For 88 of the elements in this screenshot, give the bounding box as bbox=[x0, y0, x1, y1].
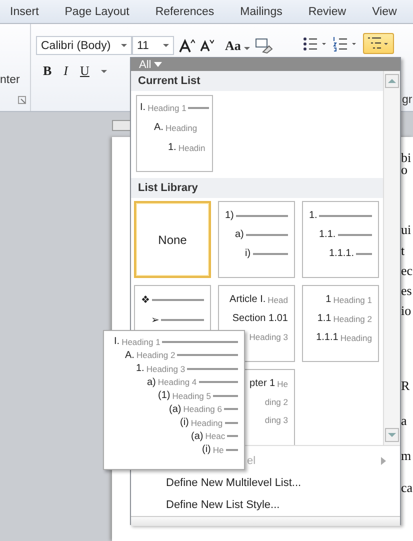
document-text: io bbox=[401, 303, 412, 319]
document-text: m bbox=[401, 448, 412, 464]
list-number: 1. bbox=[309, 210, 318, 221]
list-number: ➢ bbox=[151, 314, 159, 326]
multilevel-list-button[interactable] bbox=[363, 33, 394, 54]
heading-label: Heading 3 bbox=[249, 332, 288, 342]
menu-item[interactable]: Define New List Style... bbox=[131, 494, 400, 516]
ribbon-tab[interactable]: Review bbox=[308, 6, 346, 18]
heading-label: Headin bbox=[178, 142, 206, 152]
list-number: 1.1.1 bbox=[316, 332, 338, 343]
heading-label: Heading 3 bbox=[146, 364, 186, 374]
list-number: ❖ bbox=[141, 294, 150, 306]
bullets-icon[interactable] bbox=[303, 36, 329, 52]
list-number: (i) bbox=[180, 417, 189, 428]
heading-label: Heading 4 bbox=[158, 377, 197, 387]
format-button[interactable]: I bbox=[64, 63, 68, 79]
ruler-marker bbox=[112, 120, 132, 131]
list-style-thumbnail[interactable]: 1 Heading 1 1.1 Heading 2 1.1.1 Heading bbox=[302, 285, 379, 362]
resize-grip[interactable] bbox=[131, 516, 400, 526]
list-number: 1 bbox=[326, 294, 332, 305]
list-number: 1.1.1. bbox=[329, 248, 354, 259]
list-number: 1.1 bbox=[317, 313, 332, 324]
clear-formatting-icon[interactable] bbox=[254, 38, 273, 54]
shrink-font-icon[interactable] bbox=[200, 39, 214, 52]
heading-label: Head bbox=[268, 294, 288, 304]
caret-icon bbox=[121, 44, 127, 47]
section-header: Current List bbox=[131, 71, 383, 91]
font-size-combo[interactable]: 11 bbox=[132, 36, 174, 55]
list-style-thumbnail[interactable]: 1) a) i) bbox=[218, 201, 295, 278]
heading-label: Heading bbox=[340, 332, 372, 342]
heading-label: Heading 1 bbox=[148, 102, 186, 112]
multilevel-list-icon bbox=[366, 36, 390, 52]
ribbon-tab[interactable]: View bbox=[372, 6, 397, 18]
document-text: ec bbox=[401, 263, 413, 279]
ribbon-tab[interactable]: Mailings bbox=[240, 6, 282, 18]
list-number: pter 1 bbox=[250, 378, 276, 389]
change-case-button[interactable]: Aa bbox=[225, 38, 250, 54]
list-number: A. bbox=[125, 350, 134, 360]
heading-label: Heading 2 bbox=[333, 314, 372, 324]
list-number: (a) bbox=[191, 430, 204, 442]
heading-label: Heading 2 bbox=[136, 350, 176, 360]
list-number: I. bbox=[140, 102, 146, 113]
list-number: Section 1.01 bbox=[232, 313, 288, 324]
document-text: es bbox=[401, 283, 412, 299]
list-number: I. bbox=[114, 336, 120, 347]
document-text: t bbox=[401, 243, 405, 259]
format-button[interactable]: B bbox=[43, 63, 52, 79]
heading-label: Heading 1 bbox=[333, 294, 372, 304]
ribbon-tab[interactable]: Page Layout bbox=[64, 6, 130, 18]
group-label: nter bbox=[0, 74, 20, 86]
document-text: ca bbox=[401, 480, 413, 496]
list-number: (1) bbox=[158, 390, 170, 401]
document-text: ui bbox=[401, 222, 412, 238]
list-number: Article I. bbox=[230, 294, 266, 305]
list-number: a) bbox=[235, 229, 244, 240]
list-number: i) bbox=[245, 248, 251, 259]
list-number: 1) bbox=[225, 210, 234, 221]
document-text: R bbox=[401, 378, 410, 394]
list-number: 1. bbox=[136, 363, 144, 374]
list-number: (i) bbox=[202, 444, 211, 455]
section-header: List Library bbox=[131, 178, 383, 198]
heading-label: He bbox=[212, 444, 224, 454]
ribbon-tab[interactable]: References bbox=[155, 6, 214, 18]
heading-label: He bbox=[277, 378, 288, 388]
list-number: a) bbox=[147, 376, 156, 388]
document-text: a bbox=[401, 413, 407, 429]
list-number: 1.1. bbox=[319, 229, 336, 240]
list-style-thumbnail[interactable]: I. Heading 1 A. Heading 1. Headin bbox=[136, 95, 213, 172]
dialog-launcher-icon[interactable] bbox=[18, 96, 26, 104]
menu-item[interactable]: Define New Multilevel List... bbox=[131, 472, 400, 494]
format-button[interactable]: U bbox=[80, 63, 90, 79]
group-label: gr bbox=[402, 94, 412, 106]
font-name-combo[interactable]: Calibri (Body) bbox=[36, 36, 132, 55]
list-number: A. bbox=[154, 122, 164, 133]
list-number: 1. bbox=[168, 142, 176, 153]
heading-label: ding 2 bbox=[264, 397, 288, 407]
ribbon-tab[interactable]: Insert bbox=[10, 6, 39, 18]
heading-label: Heading bbox=[165, 122, 198, 132]
grow-font-icon[interactable] bbox=[179, 38, 195, 52]
heading-label: ding 3 bbox=[264, 415, 288, 425]
submenu-arrow-icon bbox=[381, 457, 386, 465]
caret-icon bbox=[154, 62, 162, 67]
caret-icon bbox=[163, 44, 169, 47]
list-style-thumbnail[interactable]: None bbox=[134, 201, 211, 278]
heading-label: Heading 5 bbox=[172, 390, 211, 400]
numbering-icon[interactable] bbox=[333, 36, 359, 52]
list-style-thumbnail[interactable]: 1. 1.1. 1.1.1. bbox=[302, 201, 379, 278]
list-number: (a) bbox=[169, 404, 182, 414]
